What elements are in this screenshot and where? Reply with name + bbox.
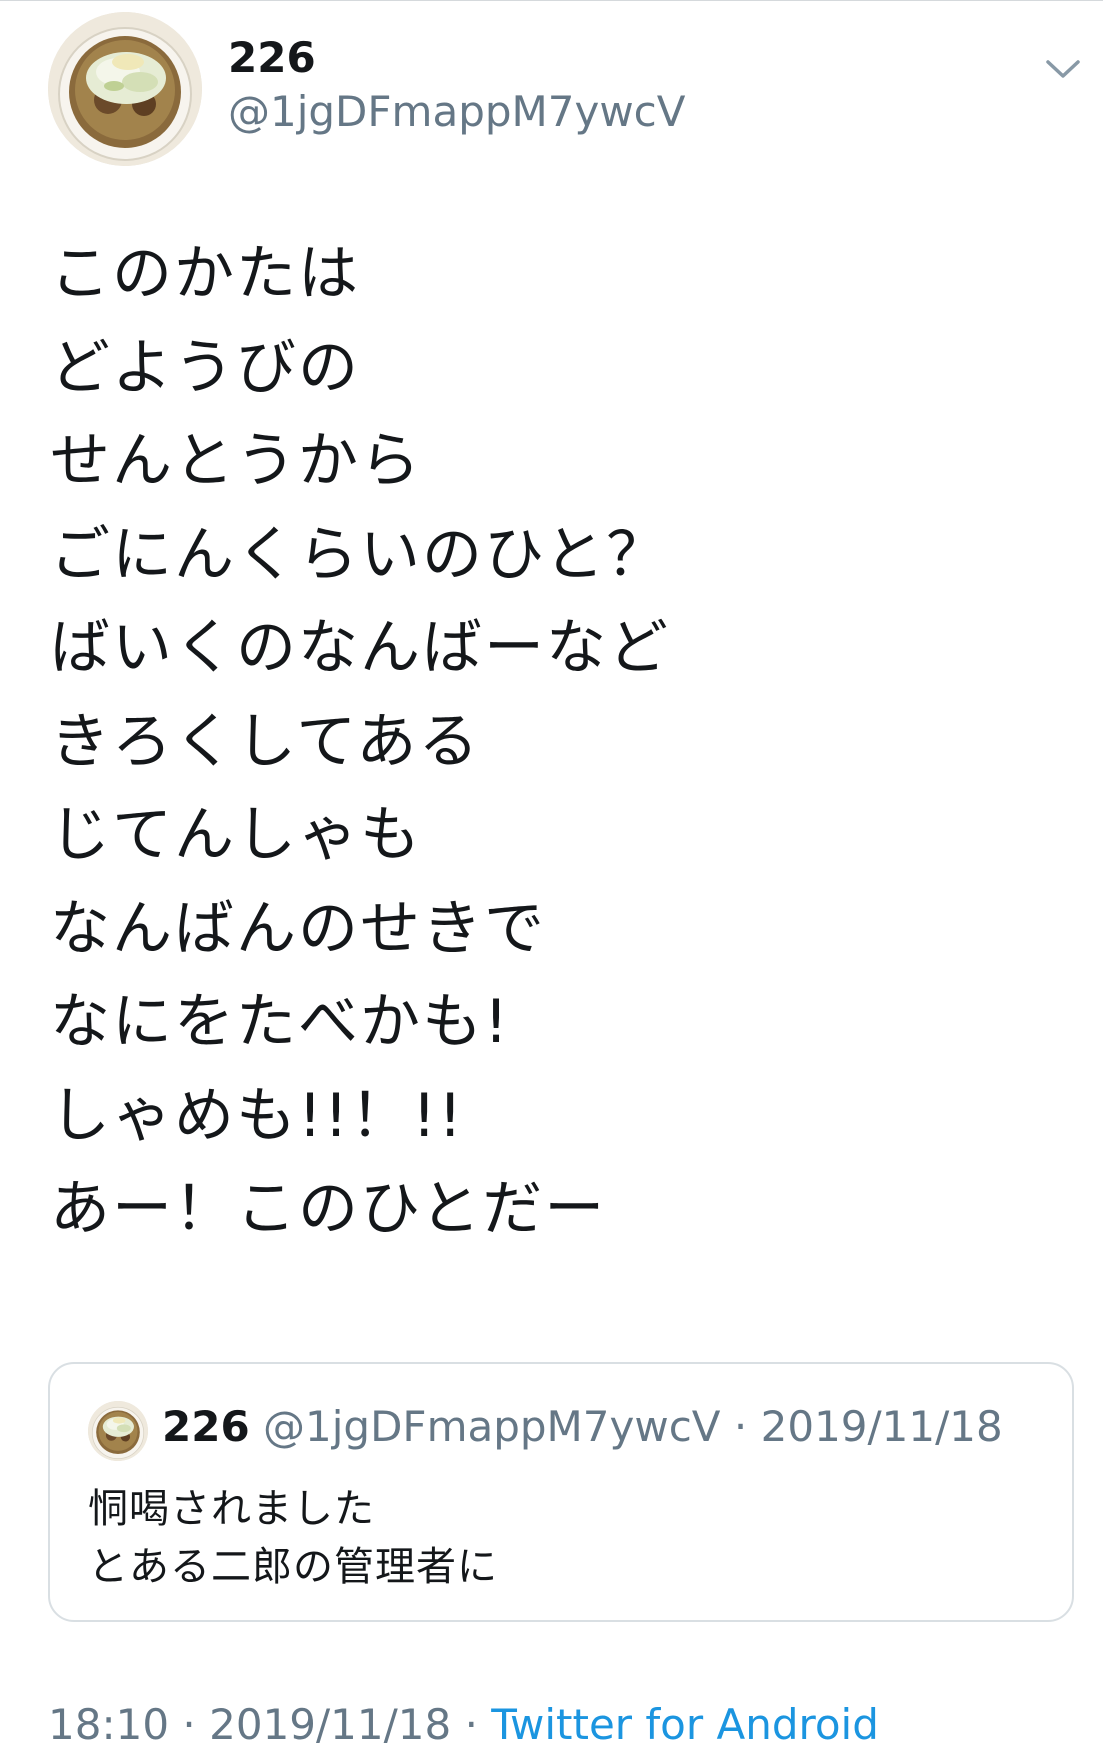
tweet-source-link[interactable]: Twitter for Android [491, 1700, 879, 1749]
footer-separator: · [182, 1700, 196, 1749]
tweet-text-line: ばいくのなんばーなど [50, 613, 670, 683]
tweet-text-line: せんとうから [50, 426, 422, 496]
tweet-menu-button[interactable] [1040, 46, 1086, 92]
chevron-down-icon [1046, 60, 1080, 78]
tweet-detail: 226 @1jgDFmappM7ywcV このかたは どようびの せんとうから … [0, 0, 1103, 1760]
ramen-bowl-icon [88, 1401, 148, 1461]
footer-separator: · [464, 1700, 478, 1749]
author-display-name[interactable]: 226 [228, 32, 316, 84]
quoted-author-display-name: 226 [162, 1402, 250, 1451]
tweet-text-line: このかたは [50, 239, 360, 309]
tweet-text-line: しゃめも!!！!! [50, 1080, 465, 1151]
tweet-meta-footer: 18:10 · 2019/11/18 · Twitter for Android [48, 1698, 879, 1752]
tweet-text-line: なんばんのせきで [50, 893, 546, 964]
tweet-text: このかたは どようびの せんとうから ごにんくらいのひと？ ばいくのなんばーなど… [50, 228, 1050, 1257]
quoted-tweet-text-line: 恫喝されました [88, 1486, 375, 1532]
author-avatar[interactable] [48, 12, 202, 166]
quoted-author-avatar [88, 1401, 148, 1461]
quoted-tweet-date: 2019/11/18 [760, 1402, 1003, 1451]
tweet-text-line: ごにんくらいのひと？ [50, 519, 669, 590]
tweet-text-line: あー！このひとだー [50, 1174, 607, 1244]
tweet-text-line: なにをたべかも! [50, 987, 511, 1057]
tweet-text-line: きろくしてある [50, 706, 481, 777]
author-handle[interactable]: @1jgDFmappM7ywcV [228, 86, 686, 138]
tweet-text-line: じてんしゃも [50, 800, 422, 870]
quoted-tweet-header: 226 @1jgDFmappM7ywcV · 2019/11/18 [162, 1400, 1003, 1454]
quoted-tweet-card[interactable]: 226 @1jgDFmappM7ywcV · 2019/11/18 恫喝されまし… [48, 1362, 1074, 1622]
tweet-time[interactable]: 18:10 [48, 1700, 169, 1749]
tweet-text-line: どようびの [50, 332, 360, 403]
tweet-date[interactable]: 2019/11/18 [209, 1700, 451, 1749]
quoted-tweet-text-line: とある二郎の管理者に [88, 1544, 498, 1590]
quoted-separator: · [733, 1402, 748, 1451]
quoted-tweet-text: 恫喝されました とある二郎の管理者に [88, 1480, 498, 1596]
quoted-author-handle: @1jgDFmappM7ywcV [263, 1402, 721, 1451]
ramen-bowl-icon [48, 12, 202, 166]
